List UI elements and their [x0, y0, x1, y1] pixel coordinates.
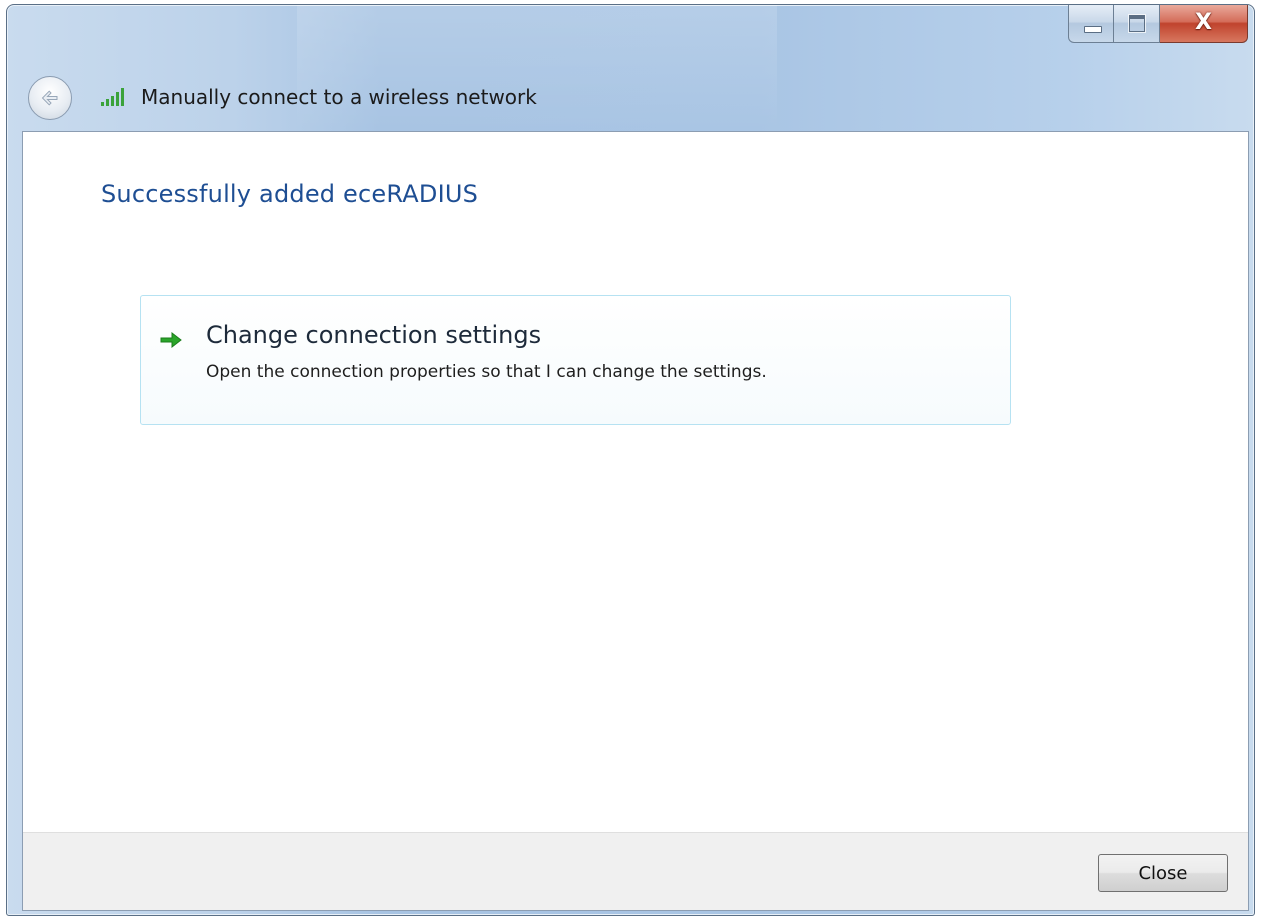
close-icon: X: [1195, 10, 1212, 35]
command-link-label: Change connection settings: [206, 321, 542, 349]
wireless-signal-icon: [101, 88, 124, 106]
dialog-footer: Close: [23, 832, 1248, 910]
command-link-description: Open the connection properties so that I…: [206, 362, 767, 382]
caption-buttons: X: [1068, 5, 1248, 45]
back-button[interactable]: [28, 76, 72, 120]
page-title: Successfully added eceRADIUS: [101, 180, 479, 208]
change-connection-settings-link[interactable]: Change connection settings Open the conn…: [140, 295, 1011, 425]
window-title: Manually connect to a wireless network: [141, 85, 537, 109]
back-arrow-icon: [41, 90, 58, 106]
green-arrow-icon: [160, 331, 182, 349]
dialog-content: Successfully added eceRADIUS Change conn…: [22, 131, 1249, 911]
close-window-button[interactable]: X: [1160, 5, 1248, 43]
minimize-button[interactable]: [1068, 5, 1114, 43]
dialog-window: X Manually connect to a wireless network…: [6, 4, 1255, 916]
maximize-icon: [1129, 15, 1145, 32]
minimize-icon: [1084, 26, 1102, 33]
close-button[interactable]: Close: [1098, 854, 1228, 892]
maximize-button[interactable]: [1114, 5, 1160, 43]
